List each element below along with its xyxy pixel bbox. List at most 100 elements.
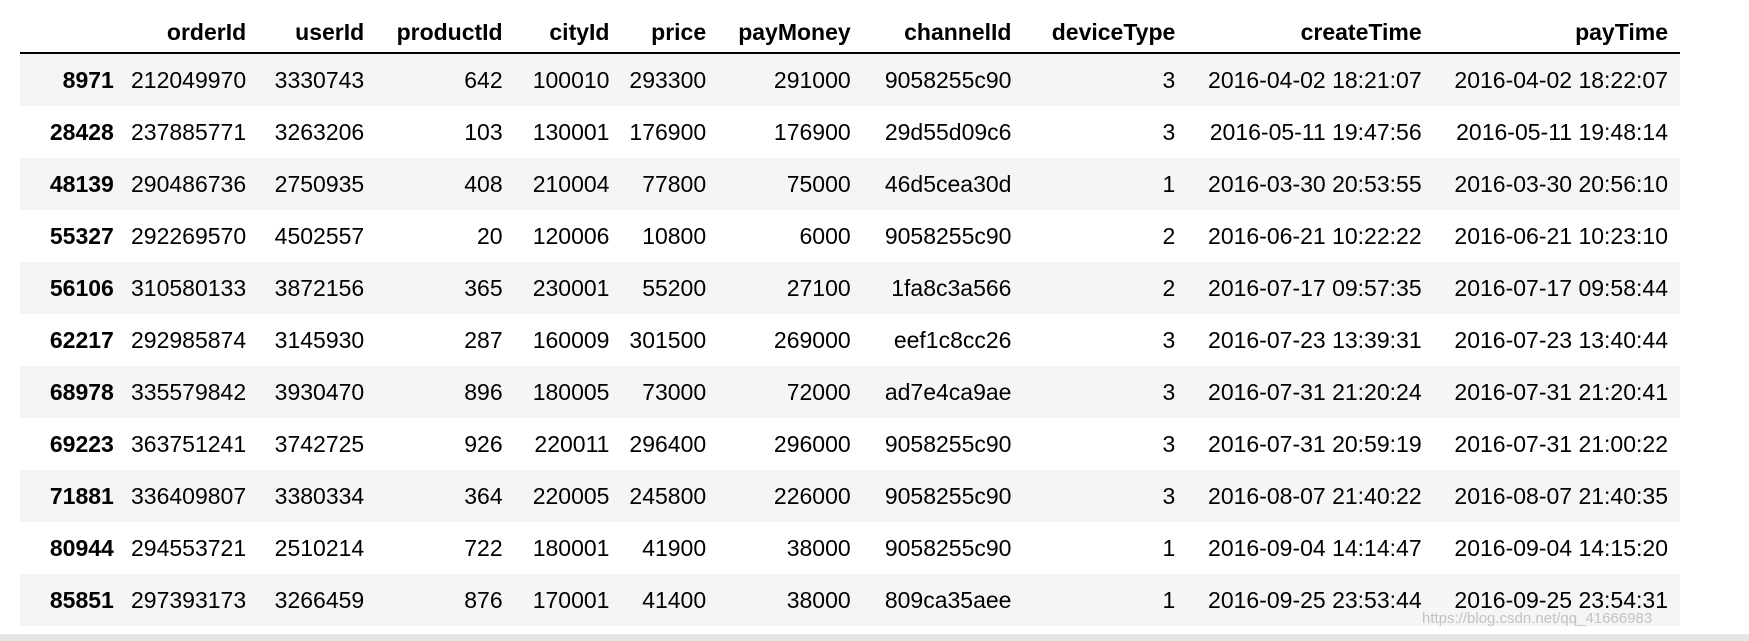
cell-channelId: 1fa8c3a566 — [891, 274, 1012, 301]
table-row: 71881 336409807 3380334 364 220005 245800 2260… — [20, 470, 1680, 522]
cell-payTime: 2016-04-02 18:22:07 — [1454, 66, 1668, 93]
row-index: 69223 — [49, 430, 114, 457]
row-index: 71881 — [49, 482, 114, 509]
cell-deviceType: 2 — [1162, 274, 1176, 301]
cell-payMoney: 269000 — [773, 326, 851, 353]
cell-channelId: 29d55d09c6 — [884, 118, 1012, 145]
cell-price: 176900 — [629, 118, 707, 145]
cell-payMoney: 226000 — [773, 482, 851, 509]
cell-cityId: 120006 — [532, 222, 610, 249]
header-index — [20, 12, 126, 54]
cell-payMoney: 296000 — [773, 430, 851, 457]
cell-productId: 876 — [464, 586, 503, 613]
cell-payTime: 2016-07-31 21:00:22 — [1454, 430, 1668, 457]
cell-orderId: 292269570 — [131, 222, 247, 249]
cell-channelId: 809ca35aee — [884, 586, 1012, 613]
cell-channelId: eef1c8cc26 — [893, 326, 1012, 353]
cell-userId: 4502557 — [274, 222, 365, 249]
table-row: 8971 212049970 3330743 642 100010 293300 29100… — [20, 53, 1680, 106]
cell-deviceType: 3 — [1162, 66, 1176, 93]
cell-deviceType: 3 — [1162, 430, 1176, 457]
cell-payMoney: 27100 — [786, 274, 851, 301]
cell-price: 77800 — [642, 170, 707, 197]
cell-createTime: 2016-05-11 19:47:56 — [1209, 118, 1422, 145]
cell-userId: 3930470 — [274, 378, 365, 405]
cell-cityId: 180001 — [532, 534, 610, 561]
cell-createTime: 2016-08-07 21:40:22 — [1208, 482, 1422, 509]
cell-createTime: 2016-09-04 14:14:47 — [1208, 534, 1422, 561]
table-row: 68978 335579842 3930470 896 180005 73000 72000… — [20, 366, 1680, 418]
cell-orderId: 212049970 — [131, 66, 247, 93]
cell-payMoney: 72000 — [786, 378, 851, 405]
cell-userId: 3872156 — [274, 274, 365, 301]
cell-cityId: 170001 — [532, 586, 610, 613]
table-row: 48139 290486736 2750935 408 210004 77800 75000… — [20, 158, 1680, 210]
cell-cityId: 130001 — [532, 118, 610, 145]
cell-payTime: 2016-08-07 21:40:35 — [1454, 482, 1668, 509]
table-row: 28428 237885771 3263206 103 130001 176900 1769… — [20, 106, 1680, 158]
cell-userId: 3742725 — [274, 430, 365, 457]
cell-userId: 3330743 — [274, 66, 365, 93]
cell-createTime: 2016-07-17 09:57:35 — [1208, 274, 1422, 301]
header-row: orderId userId productId cityId price payMone… — [20, 12, 1680, 54]
cell-price: 41900 — [642, 534, 707, 561]
cell-price: 41400 — [642, 586, 707, 613]
cell-productId: 365 — [464, 274, 503, 301]
cell-orderId: 335579842 — [131, 378, 247, 405]
cell-createTime: 2016-07-31 20:59:19 — [1208, 430, 1422, 457]
cell-cityId: 100010 — [532, 66, 610, 93]
cell-price: 10800 — [642, 222, 707, 249]
cell-price: 293300 — [629, 66, 707, 93]
cell-cityId: 220011 — [534, 430, 610, 457]
cell-userId: 2510214 — [274, 534, 365, 561]
table-row: 55327 292269570 4502557 20 120006 10800 6000 90… — [20, 210, 1680, 262]
table-body: 8971 212049970 3330743 642 100010 293300 29100… — [20, 53, 1680, 626]
dataframe-table: orderId userId productId cityId price payMone… — [20, 12, 1680, 626]
cell-payMoney: 6000 — [799, 222, 851, 249]
cell-productId: 103 — [464, 118, 503, 145]
cell-createTime: 2016-06-21 10:22:22 — [1208, 222, 1422, 249]
cell-userId: 3263206 — [274, 118, 365, 145]
header-orderId: orderId — [125, 12, 259, 54]
cell-userId: 3266459 — [274, 586, 365, 613]
cell-productId: 20 — [477, 222, 503, 249]
cell-channelId: 9058255c90 — [884, 430, 1012, 457]
table-row: 56106 310580133 3872156 365 230001 55200 27100… — [20, 262, 1680, 314]
row-index: 28428 — [49, 118, 114, 145]
cell-orderId: 290486736 — [131, 170, 247, 197]
cell-payMoney: 38000 — [786, 586, 851, 613]
cell-userId: 3380334 — [274, 482, 365, 509]
cell-productId: 287 — [464, 326, 503, 353]
cell-payTime: 2016-09-04 14:15:20 — [1454, 534, 1668, 561]
row-index: 48139 — [49, 170, 114, 197]
row-index: 68978 — [49, 378, 114, 405]
cell-payTime: 2016-07-23 13:40:44 — [1454, 326, 1668, 353]
cell-channelId: ad7e4ca9ae — [884, 378, 1012, 405]
cell-productId: 408 — [464, 170, 503, 197]
cell-price: 301500 — [629, 326, 707, 353]
cell-payMoney: 75000 — [786, 170, 851, 197]
horizontal-scrollbar[interactable] — [0, 634, 1749, 641]
cell-userId: 2750935 — [274, 170, 365, 197]
cell-orderId: 292985874 — [131, 326, 247, 353]
cell-cityId: 220005 — [532, 482, 610, 509]
cell-deviceType: 3 — [1162, 118, 1176, 145]
cell-payTime: 2016-05-11 19:48:14 — [1456, 118, 1668, 145]
cell-productId: 642 — [464, 66, 503, 93]
cell-cityId: 180005 — [532, 378, 610, 405]
header-userId: userId — [258, 12, 377, 54]
cell-productId: 926 — [464, 430, 503, 457]
cell-payTime: 2016-07-31 21:20:41 — [1454, 378, 1668, 405]
cell-userId: 3145930 — [274, 326, 365, 353]
cell-payMoney: 38000 — [786, 534, 851, 561]
header-deviceType: deviceType — [1023, 12, 1188, 54]
cell-payTime: 2016-03-30 20:56:10 — [1454, 170, 1668, 197]
cell-price: 73000 — [642, 378, 707, 405]
row-index: 80944 — [49, 534, 114, 561]
cell-deviceType: 2 — [1162, 222, 1176, 249]
cell-productId: 722 — [464, 534, 503, 561]
row-index: 56106 — [49, 274, 114, 301]
table-header: orderId userId productId cityId price payMone… — [20, 12, 1680, 54]
cell-productId: 896 — [464, 378, 503, 405]
cell-deviceType: 1 — [1162, 586, 1176, 613]
